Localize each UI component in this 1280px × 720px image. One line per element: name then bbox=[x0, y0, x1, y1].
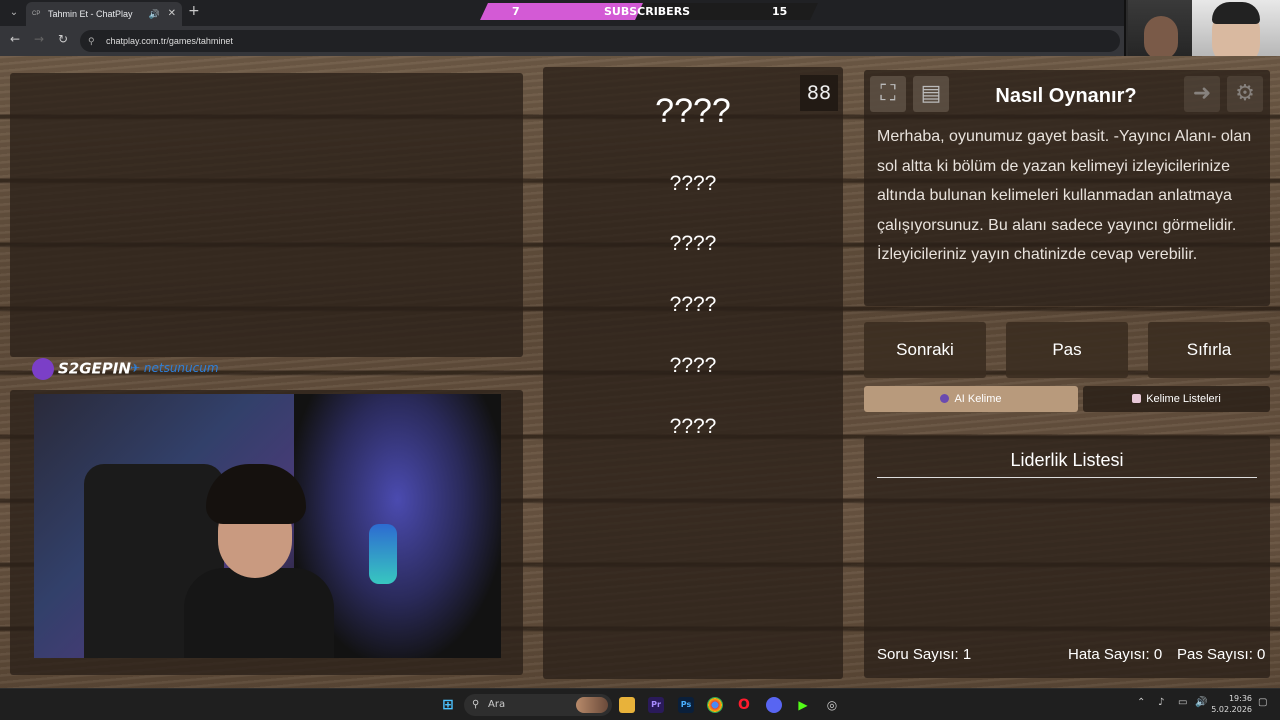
address-bar: ← → ↻ ⚲ chatplay.com.tr/games/tahminet bbox=[0, 26, 1280, 56]
streamer-camera-feed bbox=[34, 394, 501, 658]
sponsor-logo-1: S2GEPIN bbox=[32, 358, 131, 380]
streamer-shirt bbox=[184, 568, 334, 658]
tab-close-icon[interactable]: ✕ bbox=[168, 2, 176, 26]
chrome-icon[interactable] bbox=[707, 697, 723, 713]
document-icon[interactable]: ▤ bbox=[913, 76, 949, 112]
microphone-icon[interactable]: ♪ bbox=[1158, 697, 1164, 708]
main-word: ???? bbox=[655, 92, 731, 130]
tab-title: Tahmin Et - ChatPlay bbox=[48, 9, 133, 19]
forward-icon[interactable]: → bbox=[34, 32, 44, 46]
subscriber-goal-bar: 7 SUBSCRIBERS 15 bbox=[480, 3, 818, 20]
next-button[interactable]: Sonraki bbox=[864, 322, 986, 378]
kick-icon[interactable]: ▶ bbox=[795, 697, 811, 713]
clock-time: 19:36 bbox=[1228, 694, 1252, 703]
back-icon[interactable]: ← bbox=[10, 32, 20, 46]
network-icon[interactable]: ▭ bbox=[1178, 697, 1187, 708]
tray-chevron-icon[interactable]: ⌃ bbox=[1137, 697, 1145, 708]
subscriber-goal: 15 bbox=[772, 5, 788, 18]
tab-search-icon[interactable]: ⌄ bbox=[6, 5, 22, 21]
search-placeholder: Ara bbox=[488, 699, 506, 710]
webcam-guest-hair bbox=[1212, 2, 1260, 24]
notification-icon[interactable]: ▢ bbox=[1258, 697, 1267, 708]
browser-tab[interactable]: CP Tahmin Et - ChatPlay 🔊 ✕ bbox=[26, 2, 182, 26]
windows-start-icon[interactable]: ⊞ bbox=[440, 697, 456, 713]
how-to-play-text: Merhaba, oyunumuz gayet basit. -Yayıncı … bbox=[877, 128, 1252, 264]
forbidden-word-2: ???? bbox=[669, 232, 717, 255]
premiere-icon[interactable]: Pr bbox=[648, 697, 664, 713]
ai-word-label: AI Kelime bbox=[954, 393, 1002, 405]
word-lists-label: Kelime Listeleri bbox=[1146, 393, 1221, 405]
microphone bbox=[369, 524, 397, 584]
discord-icon[interactable] bbox=[766, 697, 782, 713]
taskbar-search[interactable]: ⚲ Ara bbox=[464, 694, 612, 716]
list-icon bbox=[1132, 394, 1142, 403]
url-text: chatplay.com.tr/games/tahminet bbox=[106, 36, 233, 46]
streamer-word-panel bbox=[10, 73, 523, 357]
sponsor-logo-2: ✈ netsunucum bbox=[130, 361, 219, 375]
taskbar: ⊞ ⚲ Ara Pr Ps O ▶ ◎ ⌃ ♪ ▭ 🔊 19:36 5.02.2… bbox=[0, 688, 1280, 720]
fullscreen-icon[interactable]: ⛶ bbox=[870, 76, 906, 112]
volume-icon[interactable]: 🔊 bbox=[1195, 697, 1207, 708]
error-count: Hata Sayısı: 0 bbox=[1068, 646, 1163, 663]
opera-icon[interactable]: O bbox=[736, 697, 752, 713]
search-icon: ⚲ bbox=[472, 699, 480, 710]
search-highlight-icon bbox=[576, 697, 608, 713]
forbidden-word-1: ???? bbox=[669, 172, 717, 195]
logout-icon[interactable]: ➜ bbox=[1184, 76, 1220, 112]
subscriber-label: SUBSCRIBERS bbox=[604, 5, 691, 18]
sponsor-1-name: S2GEPIN bbox=[58, 359, 131, 378]
ai-word-button[interactable]: AI Kelime bbox=[864, 386, 1078, 412]
ai-icon bbox=[940, 394, 950, 403]
photoshop-icon[interactable]: Ps bbox=[678, 697, 694, 713]
file-explorer-icon[interactable] bbox=[619, 697, 635, 713]
pass-button[interactable]: Pas bbox=[1006, 322, 1128, 378]
system-clock[interactable]: 19:36 5.02.2026 bbox=[1211, 693, 1252, 715]
reload-icon[interactable]: ↻ bbox=[58, 32, 68, 46]
streamer-hair bbox=[206, 464, 306, 524]
reset-button[interactable]: Sıfırla bbox=[1148, 322, 1270, 378]
forbidden-word-5: ???? bbox=[669, 415, 717, 438]
site-info-icon[interactable]: ⚲ bbox=[88, 30, 95, 52]
streamer-figure bbox=[184, 464, 334, 658]
new-tab-button[interactable]: + bbox=[188, 3, 200, 19]
tab-favicon-icon: CP bbox=[32, 11, 41, 17]
webcam-streamer-head bbox=[1144, 16, 1178, 60]
s2gepin-logo-icon bbox=[32, 358, 54, 380]
forbidden-word-3: ???? bbox=[669, 293, 717, 316]
word-lists-button[interactable]: Kelime Listeleri bbox=[1083, 386, 1270, 412]
sponsor-2-name: netsunucum bbox=[143, 361, 219, 375]
app-icon[interactable]: ◎ bbox=[824, 697, 840, 713]
settings-gear-icon[interactable]: ⚙ bbox=[1227, 76, 1263, 112]
subscriber-current: 7 bbox=[512, 5, 520, 18]
pass-count: Pas Sayısı: 0 bbox=[1177, 646, 1266, 663]
leaderboard-title: Liderlik Listesi bbox=[877, 450, 1257, 478]
forbidden-word-4: ???? bbox=[669, 354, 717, 377]
question-count: Soru Sayısı: 1 bbox=[877, 646, 972, 663]
clock-date: 5.02.2026 bbox=[1211, 705, 1252, 714]
url-field[interactable]: ⚲ chatplay.com.tr/games/tahminet bbox=[80, 30, 1120, 52]
how-to-play-title: Nasıl Oynanır? bbox=[995, 85, 1137, 107]
tab-audio-icon[interactable]: 🔊 bbox=[149, 2, 160, 26]
